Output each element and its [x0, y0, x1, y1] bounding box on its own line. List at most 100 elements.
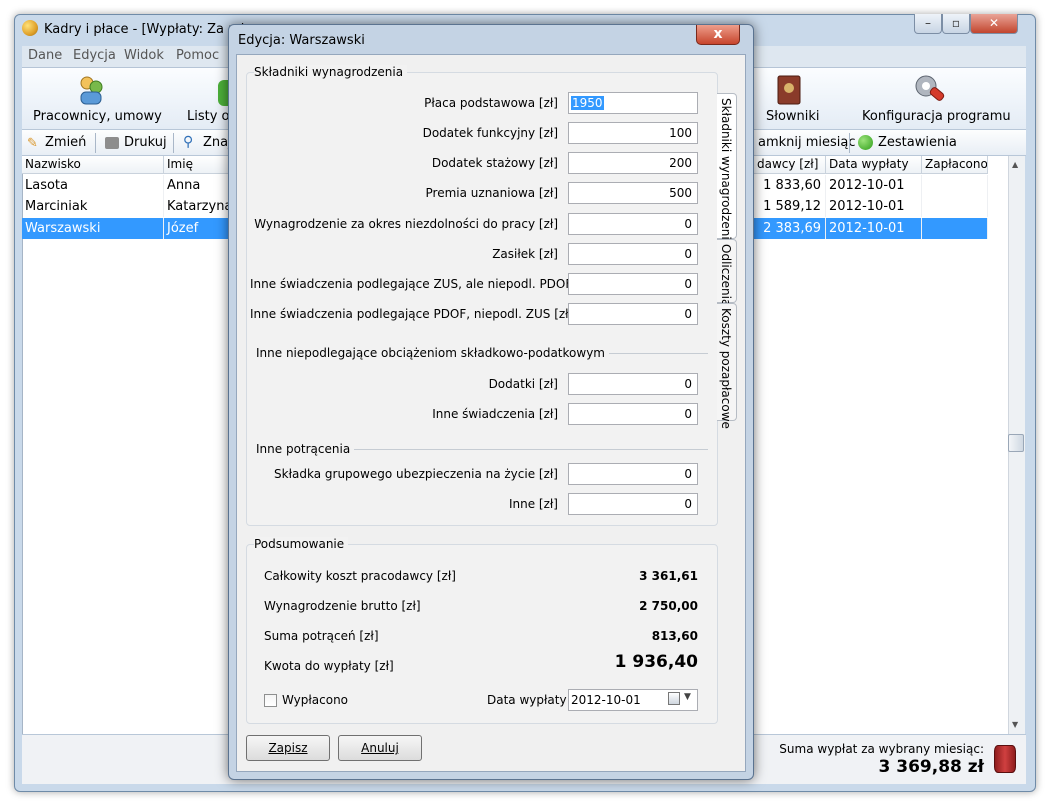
gross-salary-value: 2 750,00	[639, 599, 698, 613]
column-header-surname[interactable]: Nazwisko	[22, 156, 164, 174]
app-icon	[22, 20, 38, 36]
non-taxable-title: Inne niepodlegające obciążeniom składkow…	[256, 346, 609, 360]
employees-button[interactable]: Pracownicy, umowy	[33, 109, 162, 124]
table-cell[interactable]: 1 589,12	[754, 196, 826, 217]
net-pay-label: Kwota do wypłaty [zł]	[264, 659, 394, 673]
chart-icon	[858, 135, 873, 150]
column-header-first-name[interactable]: Imię	[164, 156, 234, 174]
total-deductions-value: 813,60	[651, 629, 698, 643]
function-bonus-input[interactable]: 100	[568, 122, 698, 144]
table-cell[interactable]: Anna	[164, 175, 234, 196]
field-label: Dodatek funkcyjny [zł]	[422, 126, 558, 140]
scroll-up-icon[interactable]: ▲	[1012, 160, 1018, 169]
scroll-down-icon[interactable]: ▼	[1012, 720, 1018, 729]
table-cell[interactable]	[922, 218, 988, 239]
table-cell[interactable]: 2 383,69	[754, 218, 826, 239]
menu-widok[interactable]: Widok	[124, 48, 164, 63]
allowance-input[interactable]: 0	[568, 243, 698, 265]
table-cell[interactable]: 2012-10-01	[826, 196, 922, 217]
base-salary-input[interactable]: 1950	[568, 92, 698, 114]
paid-checkbox[interactable]	[264, 694, 277, 707]
monthly-sum-value: 3 369,88 zł	[878, 757, 984, 777]
tab-salary-components[interactable]: Składniki wynagrodzenia	[717, 93, 737, 247]
table-row[interactable]: Lasota	[22, 175, 164, 196]
print-button[interactable]: Drukuj	[124, 135, 167, 150]
printer-icon	[105, 137, 119, 149]
table-cell[interactable]: 1 833,60	[754, 175, 826, 196]
tab-deductions[interactable]: Odliczenia	[717, 239, 737, 306]
field-label: Składka grupowego ubezpieczenia na życie…	[274, 467, 558, 481]
employer-cost-label: Całkowity koszt pracodawcy [zł]	[264, 569, 456, 583]
column-header-paid[interactable]: Zapłacono	[922, 156, 988, 174]
database-icon	[994, 745, 1016, 773]
employees-icon	[76, 74, 106, 106]
zus-benefits-input[interactable]: 0	[568, 273, 698, 295]
menu-pomoc[interactable]: Pomoc	[176, 48, 219, 63]
scroll-thumb[interactable]	[1008, 434, 1024, 452]
table-cell[interactable]: Józef	[164, 218, 234, 239]
summaries-button[interactable]: Zestawienia	[878, 135, 957, 150]
pdof-benefits-input[interactable]: 0	[568, 303, 698, 325]
other-benefits-input[interactable]: 0	[568, 403, 698, 425]
payment-date-label: Data wypłaty	[487, 693, 567, 707]
dialog-close-icon[interactable]: x	[696, 25, 740, 45]
column-header-payment-date[interactable]: Data wypłaty	[826, 156, 922, 174]
employer-cost-value: 3 361,61	[639, 569, 698, 583]
tab-non-wage-costs[interactable]: Koszty pozapłacowe	[717, 303, 737, 429]
field-label: Inne świadczenia podlegające ZUS, ale ni…	[250, 277, 596, 291]
seniority-bonus-input[interactable]: 200	[568, 152, 698, 174]
monthly-sum-label: Suma wypłat za wybrany miesiąc:	[779, 742, 984, 756]
column-header-employer-cost[interactable]: dawcy [zł]	[754, 156, 826, 174]
save-button[interactable]: Zapisz	[246, 735, 330, 761]
paid-checkbox-label: Wypłacono	[282, 693, 349, 707]
additions-input[interactable]: 0	[568, 373, 698, 395]
summary-title: Podsumowanie	[254, 537, 349, 551]
salary-components-title: Składniki wynagrodzenia	[254, 65, 408, 79]
config-icon	[912, 72, 946, 106]
cancel-button[interactable]: Anuluj	[338, 735, 422, 761]
field-label: Inne świadczenia [zł]	[432, 407, 558, 421]
dialog-title: Edycja: Warszawski	[238, 33, 365, 48]
table-cell[interactable]: Katarzyna	[164, 196, 234, 217]
gross-salary-label: Wynagrodzenie brutto [zł]	[264, 599, 421, 613]
table-cell[interactable]	[922, 196, 988, 217]
field-label: Inne świadczenia podlegające PDOF, niepo…	[250, 307, 574, 321]
config-button[interactable]: Konfiguracja programu	[862, 109, 1011, 124]
table-cell[interactable]: 2012-10-01	[826, 218, 922, 239]
field-label: Zasiłek [zł]	[492, 247, 558, 261]
field-label: Premia uznaniowa [zł]	[425, 186, 558, 200]
table-row[interactable]: Marciniak	[22, 196, 164, 217]
pencil-icon: ✎	[27, 136, 38, 151]
other-deductions-input[interactable]: 0	[568, 493, 698, 515]
calendar-icon[interactable]	[668, 692, 680, 705]
deductions-title: Inne potrącenia	[256, 442, 355, 456]
window-close-icon[interactable]: ✕	[970, 14, 1018, 34]
table-cell[interactable]: 2012-10-01	[826, 175, 922, 196]
net-pay-value: 1 936,40	[614, 652, 698, 672]
close-month-button[interactable]: amknij miesiąc	[758, 135, 856, 150]
table-row-selected[interactable]: Warszawski	[22, 218, 164, 239]
total-deductions-label: Suma potrąceń [zł]	[264, 629, 379, 643]
table-cell[interactable]	[922, 175, 988, 196]
life-insurance-input[interactable]: 0	[568, 463, 698, 485]
chevron-down-icon[interactable]: ▼	[684, 692, 691, 702]
field-label: Inne [zł]	[508, 497, 558, 511]
menu-edycja[interactable]: Edycja	[73, 48, 116, 63]
field-label: Dodatek stażowy [zł]	[431, 156, 558, 170]
search-icon: ⚲	[183, 134, 194, 150]
dictionaries-button[interactable]: Słowniki	[766, 109, 820, 124]
edit-button[interactable]: Zmień	[45, 135, 86, 150]
maximize-icon[interactable]: ▫	[942, 14, 970, 34]
dictionaries-icon	[774, 74, 804, 106]
toolbar-separator	[173, 133, 174, 153]
sick-pay-input[interactable]: 0	[568, 213, 698, 235]
section-divider	[342, 449, 708, 450]
minimize-icon[interactable]: –	[914, 14, 942, 34]
field-label: Dodatki [zł]	[488, 377, 558, 391]
toolbar-separator	[95, 133, 96, 153]
field-label: Wynagrodzenie za okres niezdolności do p…	[254, 217, 558, 231]
discretionary-bonus-input[interactable]: 500	[568, 182, 698, 204]
field-label: Płaca podstawowa [zł]	[424, 96, 558, 110]
window-title: Kadry i płace - [Wypłaty: Za mie	[44, 22, 253, 37]
menu-dane[interactable]: Dane	[28, 48, 62, 63]
